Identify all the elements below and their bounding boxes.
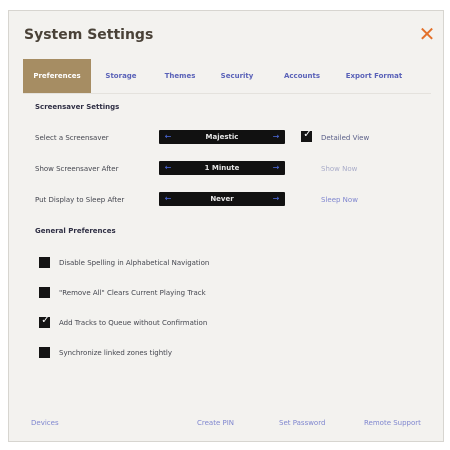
tab-themes[interactable]: Themes	[157, 59, 203, 93]
show-after-select[interactable]: ← 1 Minute →	[159, 161, 285, 175]
tab-divider	[23, 93, 431, 94]
set-password-link[interactable]: Set Password	[279, 419, 325, 427]
show-now-button[interactable]: Show Now	[321, 165, 357, 173]
general-section-title: General Preferences	[35, 227, 116, 235]
sleep-after-select-value: Never	[210, 195, 234, 203]
arrow-right-icon[interactable]: →	[269, 130, 283, 144]
option-label: Synchronize linked zones tightly	[59, 349, 172, 357]
devices-link[interactable]: Devices	[31, 419, 59, 427]
arrow-right-icon[interactable]: →	[269, 192, 283, 206]
checkmark-icon: ✓	[303, 129, 312, 140]
show-after-select-value: 1 Minute	[204, 164, 240, 172]
checkmark-icon: ✓	[41, 315, 50, 326]
option-label: Add Tracks to Queue without Confirmation	[59, 319, 208, 327]
sleep-now-button[interactable]: Sleep Now	[321, 196, 358, 204]
option-checkbox[interactable]	[39, 347, 50, 358]
option-checkbox[interactable]	[39, 257, 50, 268]
sleep-after-label: Put Display to Sleep After	[35, 196, 125, 204]
arrow-left-icon[interactable]: ←	[161, 130, 175, 144]
show-after-label: Show Screensaver After	[35, 165, 119, 173]
arrow-left-icon[interactable]: ←	[161, 161, 175, 175]
settings-window: System Settings ✕ Preferences Storage Th…	[8, 10, 444, 442]
window-title: System Settings	[24, 27, 154, 43]
select-screensaver-label: Select a Screensaver	[35, 134, 109, 142]
arrow-right-icon[interactable]: →	[269, 161, 283, 175]
tab-preferences[interactable]: Preferences	[23, 59, 91, 93]
remote-support-link[interactable]: Remote Support	[364, 419, 421, 427]
screensaver-select-value: Majestic	[205, 133, 239, 141]
option-checkbox[interactable]: ✓	[39, 315, 50, 328]
option-checkbox[interactable]	[39, 287, 50, 298]
close-icon[interactable]: ✕	[416, 23, 438, 45]
tab-storage[interactable]: Storage	[95, 59, 147, 93]
screensaver-section-title: Screensaver Settings	[35, 103, 120, 111]
create-pin-link[interactable]: Create PIN	[197, 419, 234, 427]
tab-export-format[interactable]: Export Format	[339, 59, 409, 93]
sleep-after-select[interactable]: ← Never →	[159, 192, 285, 206]
detailed-view-checkbox[interactable]: ✓	[301, 129, 312, 142]
tab-accounts[interactable]: Accounts	[275, 59, 329, 93]
option-label: "Remove All" Clears Current Playing Trac…	[59, 289, 206, 297]
tab-security[interactable]: Security	[211, 59, 263, 93]
option-label: Disable Spelling in Alphabetical Navigat…	[59, 259, 210, 267]
screensaver-select[interactable]: ← Majestic →	[159, 130, 285, 144]
tab-bar: Preferences Storage Themes Security Acco…	[23, 59, 431, 93]
arrow-left-icon[interactable]: ←	[161, 192, 175, 206]
detailed-view-label: Detailed View	[321, 134, 370, 142]
